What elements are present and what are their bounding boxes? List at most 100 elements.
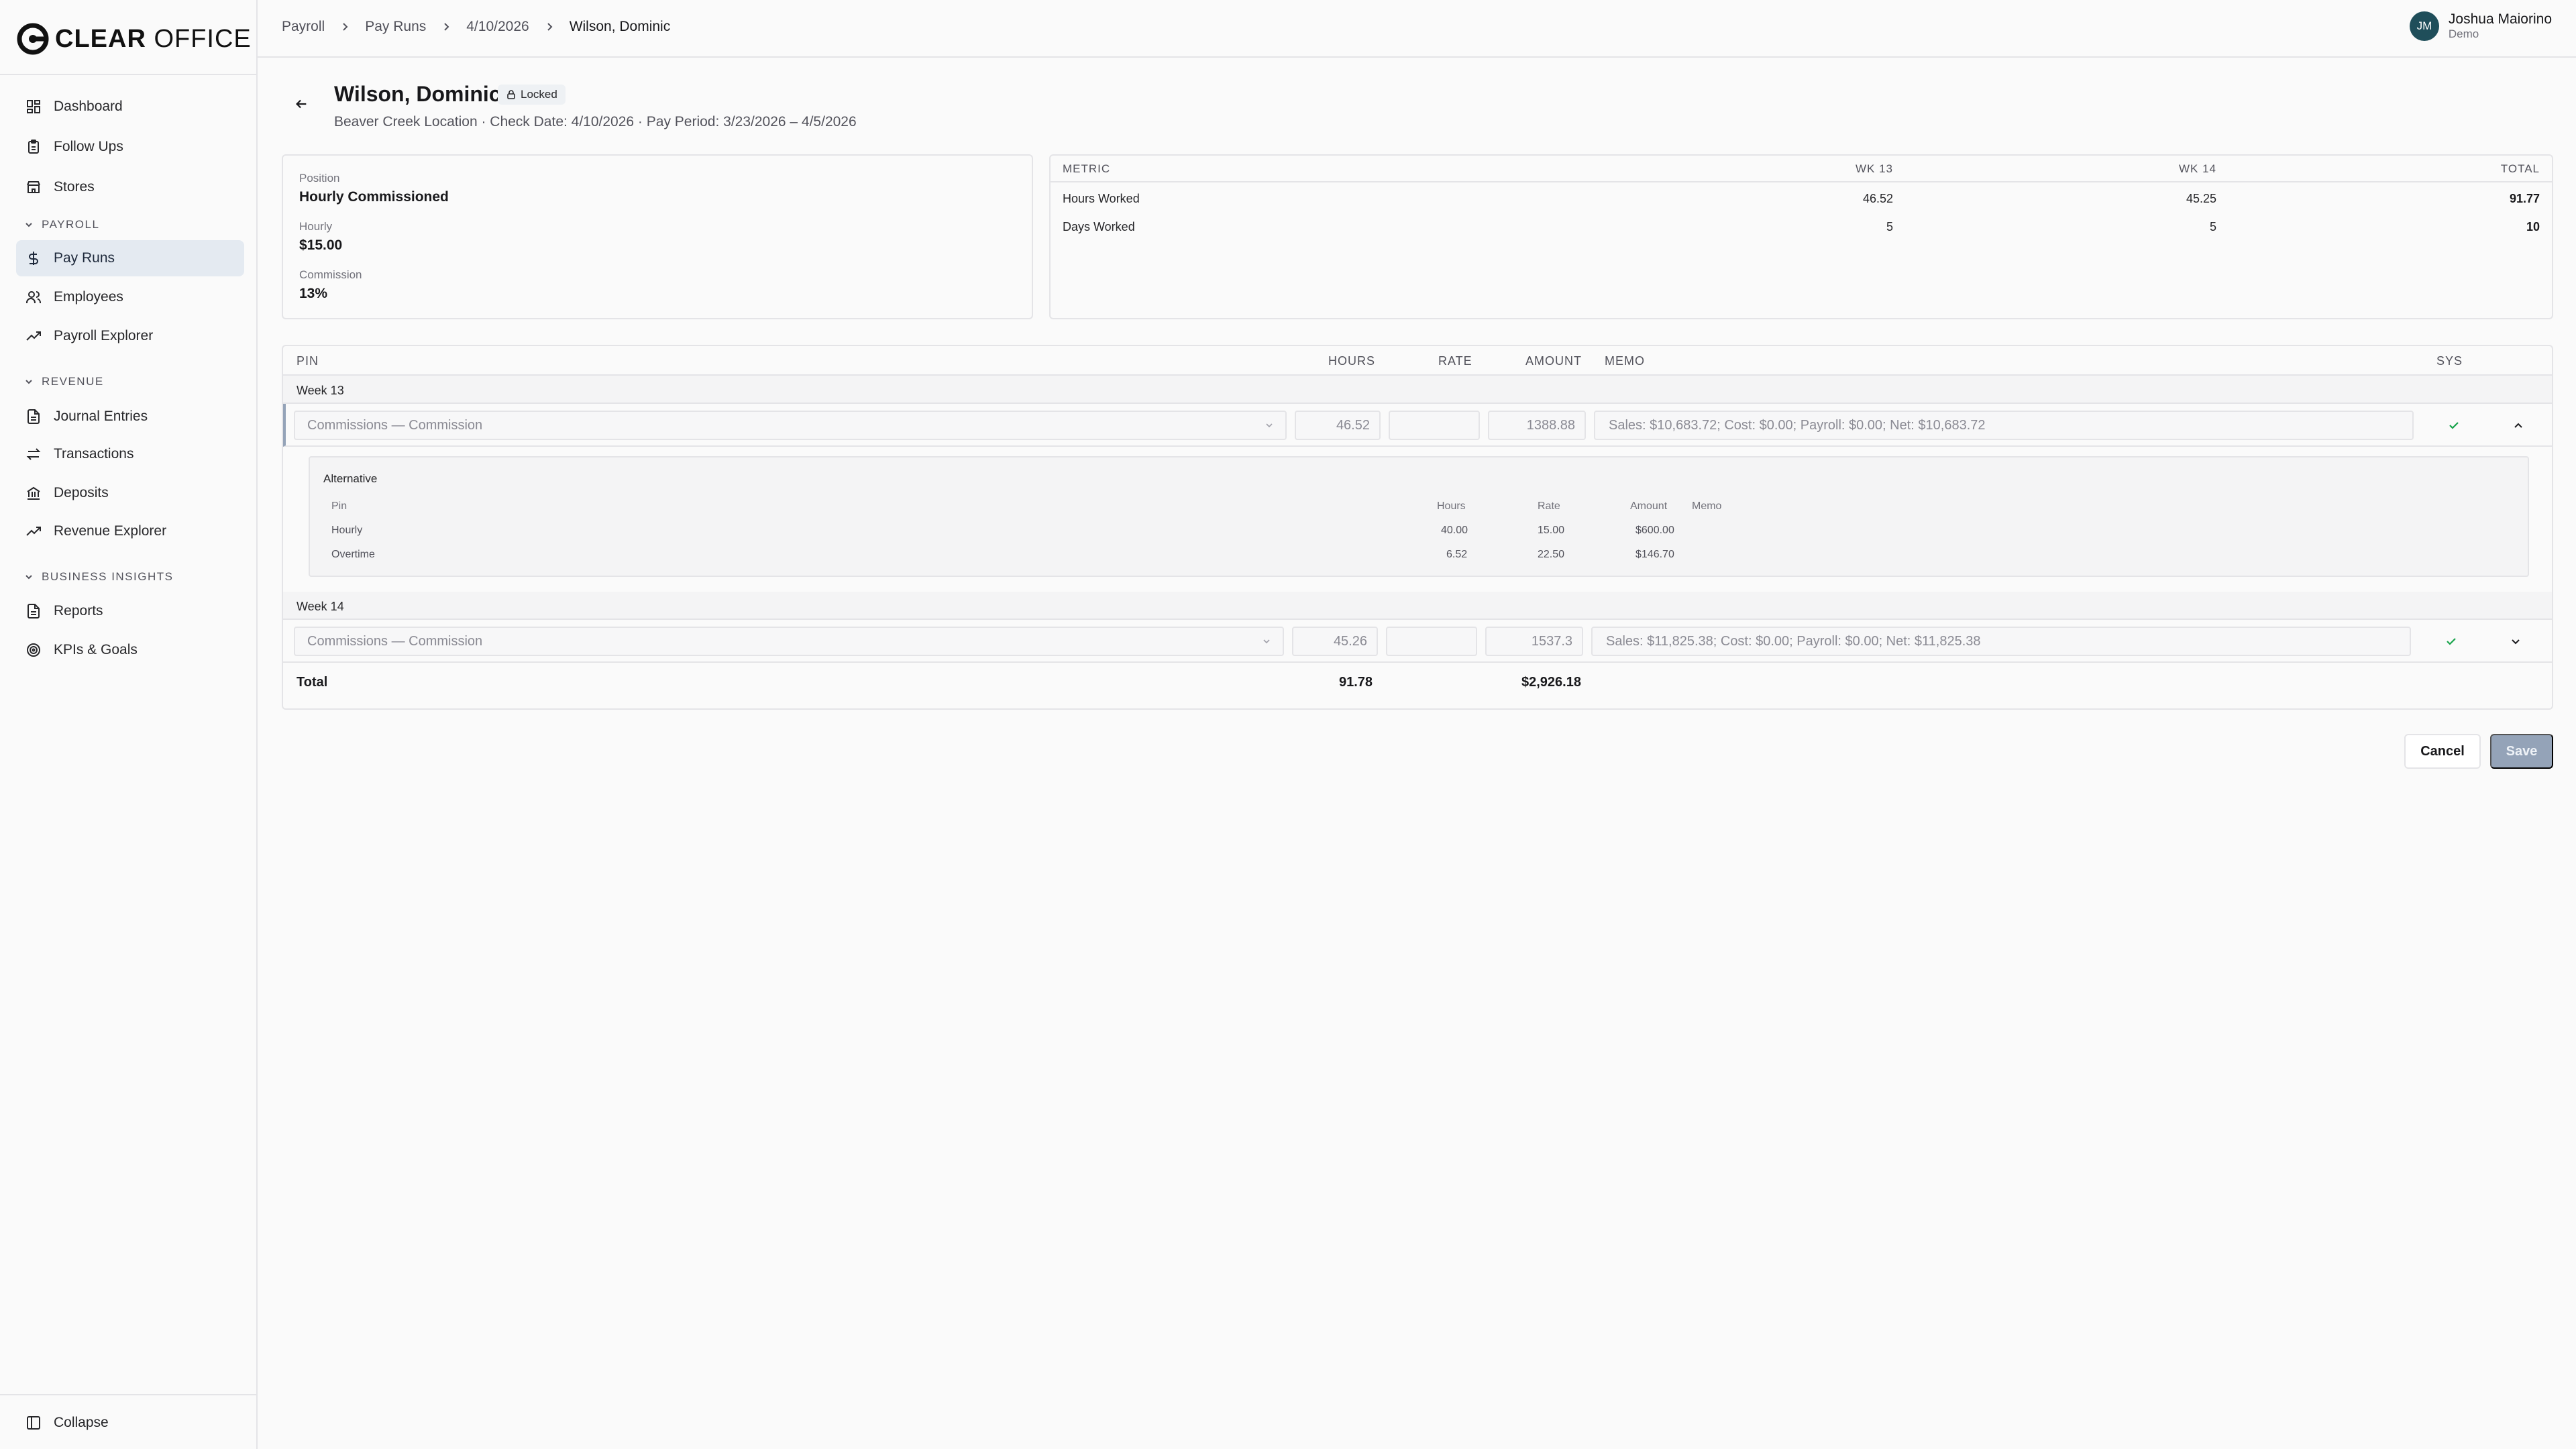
hourly-value: $15.00 xyxy=(299,237,343,253)
user-menu[interactable]: JM Joshua Maiorino Demo xyxy=(2409,11,2552,42)
cancel-button[interactable]: Cancel xyxy=(2404,734,2481,769)
nav-label: Transactions xyxy=(54,446,134,462)
logo-mark-icon xyxy=(17,23,49,55)
metric-name: Days Worked xyxy=(1063,220,1135,233)
check-icon xyxy=(2449,422,2459,429)
alt-amount: $600.00 xyxy=(1635,525,1674,536)
chevron-down-icon xyxy=(25,223,32,227)
commission-label: Commission xyxy=(299,268,362,281)
hours-input[interactable]: 45.26 xyxy=(1292,627,1378,656)
col-metric: METRIC xyxy=(1063,162,1111,175)
alternative-row: Overtime 6.52 22.50 $146.70 xyxy=(310,545,2528,565)
collapse-button[interactable]: Collapse xyxy=(16,1405,244,1441)
memo-input[interactable]: Sales: $10,683.72; Cost: $0.00; Payroll:… xyxy=(1594,411,2414,440)
grid-icon xyxy=(25,99,42,115)
total-row: Total 91.78 $2,926.18 xyxy=(283,664,2552,702)
pin-select[interactable]: Commissions — Commission xyxy=(294,411,1287,440)
breadcrumb-current: Wilson, Dominic xyxy=(569,19,671,34)
alternative-title: Alternative xyxy=(323,472,378,485)
pin-value: Commissions — Commission xyxy=(307,417,483,433)
nav-journal-entries[interactable]: Journal Entries xyxy=(16,398,244,435)
nav-label: Follow Ups xyxy=(54,139,123,154)
col-total: TOTAL xyxy=(2500,162,2540,175)
metrics-table: METRIC WK 13 WK 14 TOTAL Hours Worked 46… xyxy=(1049,154,2553,319)
total-amount: $2,926.18 xyxy=(1521,675,1581,690)
amount-input[interactable]: 1537.3 xyxy=(1485,627,1583,656)
dollar-icon xyxy=(25,250,42,266)
nav-label: Reports xyxy=(54,603,103,619)
section-label: BUSINESS INSIGHTS xyxy=(42,570,174,583)
week-group-header: Week 14 xyxy=(283,592,2552,620)
section-payroll-toggle[interactable]: PAYROLL xyxy=(24,215,99,235)
pin-select[interactable]: Commissions — Commission xyxy=(294,627,1284,656)
rate-input[interactable] xyxy=(1386,627,1477,656)
nav-label: Pay Runs xyxy=(54,250,115,266)
section-label: REVENUE xyxy=(42,375,104,388)
check-icon xyxy=(2447,638,2456,645)
nav-stores[interactable]: Stores xyxy=(16,169,244,205)
chevron-down-icon xyxy=(25,575,32,580)
trending-up-icon xyxy=(25,328,42,344)
metric-wk13: 46.52 xyxy=(1862,192,1893,205)
swap-icon xyxy=(25,446,42,462)
pay-lines-table: PIN HOURS RATE AMOUNT MEMO SYS Week 13 C… xyxy=(282,345,2553,710)
badge-label: Locked xyxy=(521,88,557,101)
alt-pin: Overtime xyxy=(331,549,375,560)
breadcrumb-run-date[interactable]: 4/10/2026 xyxy=(466,19,529,35)
lock-icon xyxy=(507,90,515,99)
amount-input[interactable]: 1388.88 xyxy=(1488,411,1586,440)
chevron-right-icon xyxy=(444,23,449,31)
section-insights-toggle[interactable]: BUSINESS INSIGHTS xyxy=(24,567,173,587)
clipboard-icon xyxy=(25,139,42,155)
breadcrumb-pay-runs[interactable]: Pay Runs xyxy=(365,19,426,35)
metric-name: Hours Worked xyxy=(1063,192,1140,205)
week-label: Week 14 xyxy=(297,600,344,613)
save-button[interactable]: Save xyxy=(2490,734,2553,769)
back-button[interactable] xyxy=(290,93,313,115)
status-badge: Locked xyxy=(498,85,566,105)
chevron-up-icon[interactable] xyxy=(2512,419,2525,432)
alt-pin: Hourly xyxy=(331,525,363,536)
chevron-down-icon[interactable] xyxy=(2509,635,2522,648)
logo-text: CLEAR OFFICE xyxy=(55,25,252,53)
alt-col-pin: Pin xyxy=(331,500,347,512)
col-amount: AMOUNT xyxy=(1525,354,1582,368)
bank-icon xyxy=(25,485,42,501)
nav-revenue-explorer[interactable]: Revenue Explorer xyxy=(16,513,244,549)
nav-reports[interactable]: Reports xyxy=(16,593,244,629)
nav-kpis-goals[interactable]: KPIs & Goals xyxy=(16,632,244,668)
alternative-row: Hourly 40.00 15.00 $600.00 xyxy=(310,521,2528,541)
target-icon xyxy=(25,642,42,658)
breadcrumb: Payroll Pay Runs 4/10/2026 Wilson, Domin… xyxy=(282,19,670,35)
nav-payroll-explorer[interactable]: Payroll Explorer xyxy=(16,318,244,354)
nav-label: Deposits xyxy=(54,485,109,500)
alt-col-amount: Amount xyxy=(1630,500,1668,512)
nav-transactions[interactable]: Transactions xyxy=(16,436,244,472)
file-text-icon xyxy=(25,603,42,619)
nav-deposits[interactable]: Deposits xyxy=(16,475,244,511)
nav-dashboard[interactable]: Dashboard xyxy=(16,89,244,125)
col-rate: RATE xyxy=(1438,354,1472,368)
nav-label: Revenue Explorer xyxy=(54,523,167,539)
col-wk13: WK 13 xyxy=(1855,162,1893,175)
page-subtitle: Beaver Creek Location · Check Date: 4/10… xyxy=(334,114,857,129)
nav-label: Journal Entries xyxy=(54,409,148,424)
nav-follow-ups[interactable]: Follow Ups xyxy=(16,129,244,165)
metric-wk14: 45.25 xyxy=(2186,192,2216,205)
commission-value: 13% xyxy=(299,286,328,301)
hours-input[interactable]: 46.52 xyxy=(1295,411,1381,440)
memo-input[interactable]: Sales: $11,825.38; Cost: $0.00; Payroll:… xyxy=(1591,627,2411,656)
nav-employees[interactable]: Employees xyxy=(16,279,244,315)
collapse-label: Collapse xyxy=(54,1415,109,1430)
users-icon xyxy=(25,289,42,305)
breadcrumb-payroll[interactable]: Payroll xyxy=(282,19,325,35)
chevron-down-icon xyxy=(25,380,32,384)
chevron-right-icon xyxy=(547,23,553,31)
alternative-header: Pin Hours Rate Amount Memo xyxy=(310,496,2528,517)
rate-input[interactable] xyxy=(1389,411,1480,440)
logo[interactable]: CLEAR OFFICE xyxy=(16,20,252,58)
metric-total: 91.77 xyxy=(2509,192,2540,205)
nav-pay-runs[interactable]: Pay Runs xyxy=(16,240,244,276)
topbar: Payroll Pay Runs 4/10/2026 Wilson, Domin… xyxy=(258,0,2576,58)
section-revenue-toggle[interactable]: REVENUE xyxy=(24,372,104,392)
